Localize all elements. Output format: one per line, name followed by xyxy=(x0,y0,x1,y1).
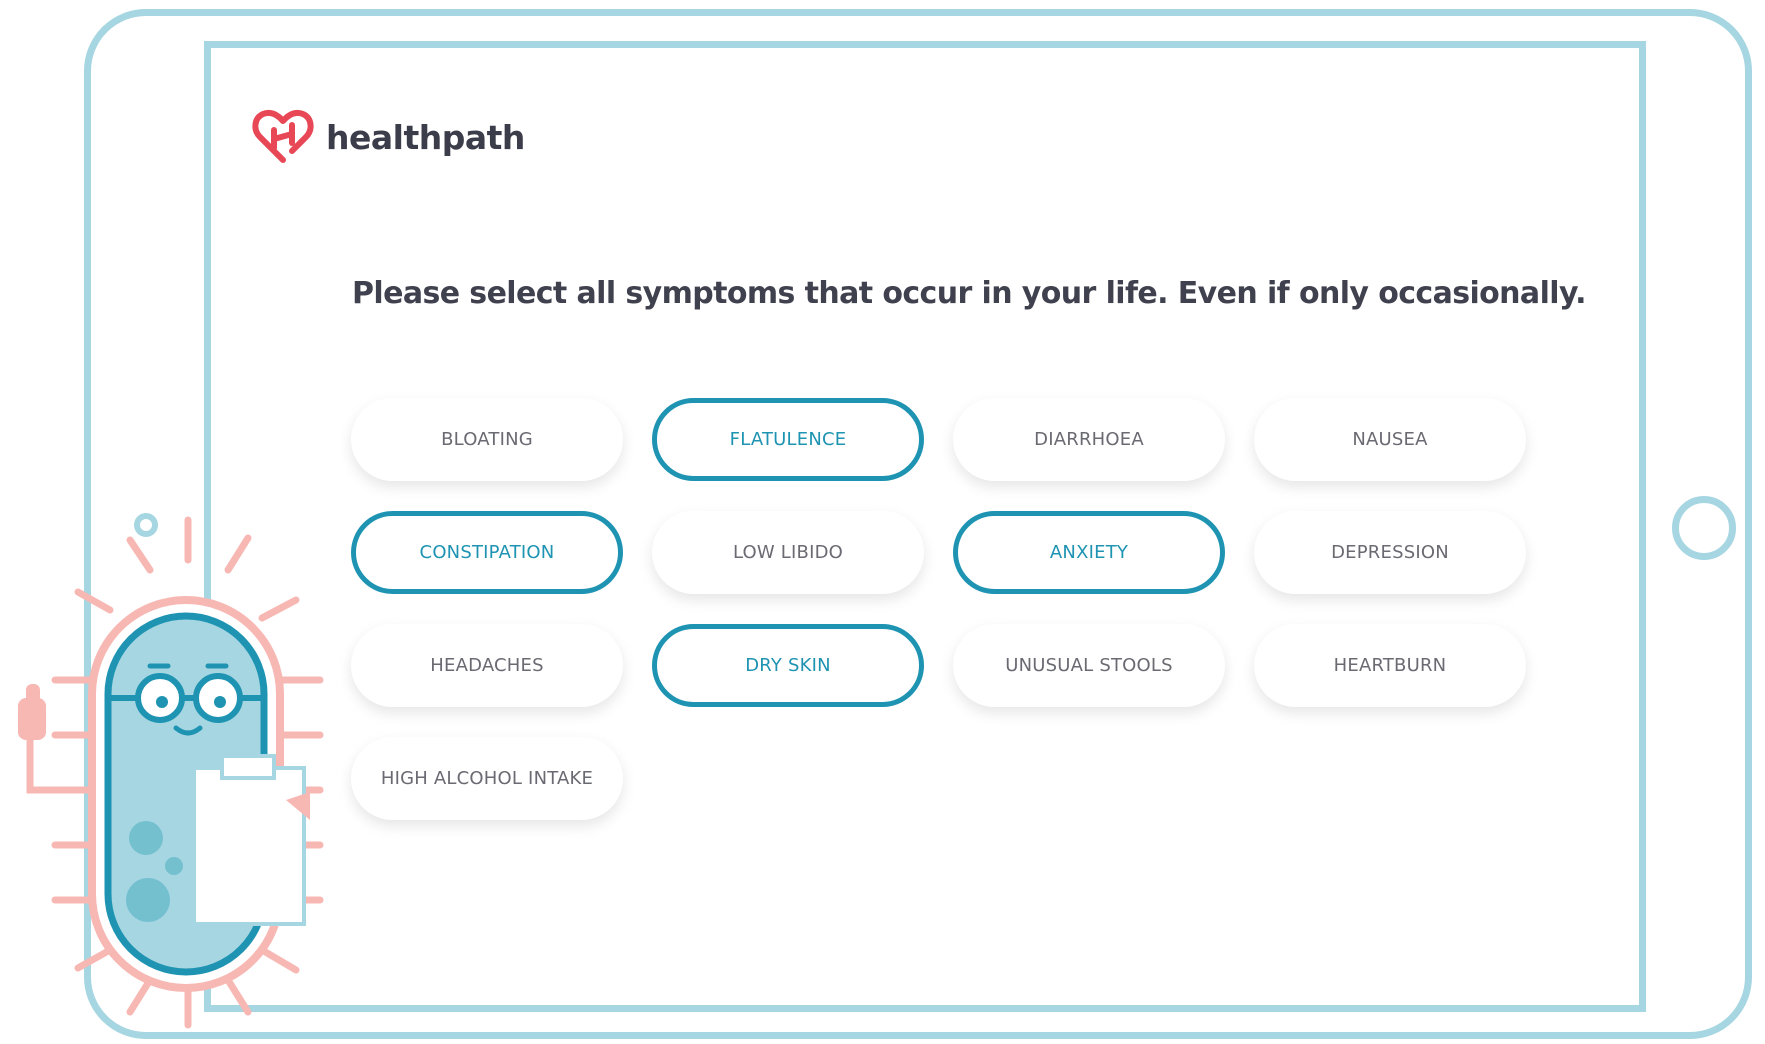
brand-name: healthpath xyxy=(326,117,525,157)
symptom-option-low-libido[interactable]: LOW LIBIDO xyxy=(652,511,924,594)
heart-h-icon xyxy=(252,109,314,163)
bacteria-mascot-illustration xyxy=(18,516,324,1029)
symptom-option-depression[interactable]: DEPRESSION xyxy=(1254,511,1526,594)
symptom-grid: BLOATING FLATULENCE DIARRHOEA NAUSEA CONSTIP… xyxy=(351,398,1526,820)
symptom-option-heartburn[interactable]: HEARTBURN xyxy=(1254,624,1526,707)
symptom-option-high-alcohol-intake[interactable]: HIGH ALCOHOL INTAKE xyxy=(351,737,623,820)
brand-logo[interactable]: healthpath xyxy=(252,108,525,166)
symptom-option-constipation[interactable]: CONSTIPATION xyxy=(351,511,623,594)
symptom-option-unusual-stools[interactable]: UNUSUAL STOOLS xyxy=(953,624,1225,707)
tablet-home-button[interactable] xyxy=(1672,496,1736,560)
symptom-option-nausea[interactable]: NAUSEA xyxy=(1254,398,1526,481)
symptom-option-bloating[interactable]: BLOATING xyxy=(351,398,623,481)
symptom-option-dry-skin[interactable]: DRY SKIN xyxy=(652,624,924,707)
question-heading: Please select all symptoms that occur in… xyxy=(352,276,1587,311)
symptom-option-diarrhoea[interactable]: DIARRHOEA xyxy=(953,398,1225,481)
symptom-option-flatulence[interactable]: FLATULENCE xyxy=(652,398,924,481)
symptom-option-headaches[interactable]: HEADACHES xyxy=(351,624,623,707)
symptom-option-anxiety[interactable]: ANXIETY xyxy=(953,511,1225,594)
